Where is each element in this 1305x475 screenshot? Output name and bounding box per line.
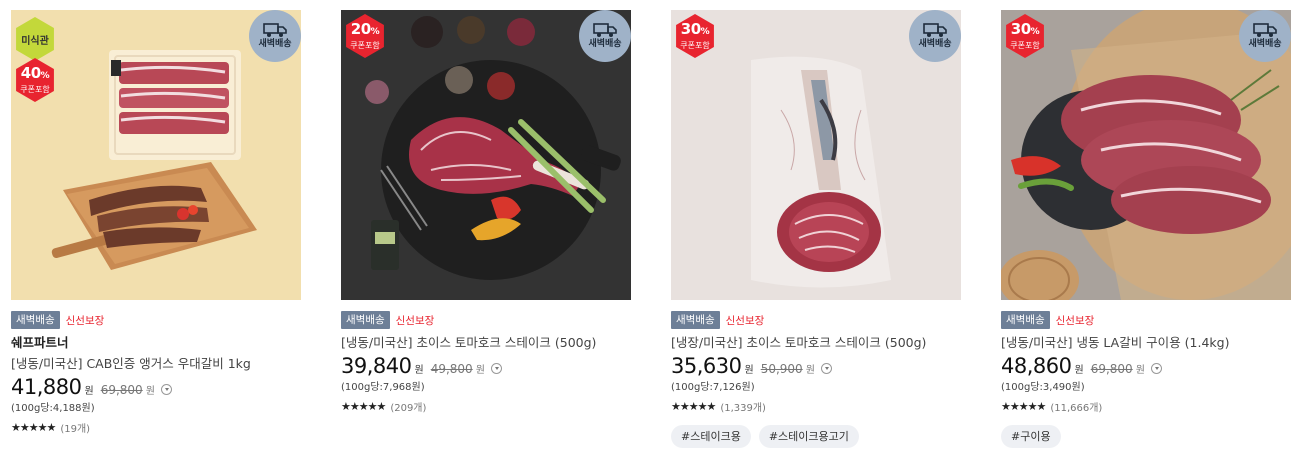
sale-price: 39,840 [341, 354, 412, 378]
product-card-2[interactable]: 20% 쿠폰포함 새벽배송 새벽배송 신선보장 [냉동/미국산] 초이스 토마호… [341, 10, 631, 414]
original-price: 49,800 [430, 362, 473, 376]
dawn-delivery-badge: 새벽배송 [249, 10, 301, 62]
delivery-badge-label: 새벽배송 [258, 39, 292, 49]
product-card-3[interactable]: 30% 쿠폰포함 새벽배송 새벽배송 신선보장 [냉장/미국산] 초이스 토마호… [671, 10, 961, 448]
discount-percent: 20% [350, 19, 380, 38]
product-tags: 새벽배송 신선보장 [11, 311, 301, 329]
gourmet-badge-label: 미식관 [21, 35, 49, 47]
hashtag-list: #스테이크용 #스테이크용고기 [671, 425, 961, 448]
original-price-unit: 원 [1135, 365, 1145, 376]
tag-fresh-guarantee: 신선보장 [395, 314, 435, 327]
product-image[interactable]: 미식관 40% 쿠폰포함 새벽배송 [11, 10, 301, 300]
rating: ★★★★★ (19개) [11, 420, 301, 435]
info-circle-icon[interactable] [490, 363, 502, 374]
rating: ★★★★★ (11,666개) [1001, 399, 1291, 414]
hashtag-chip[interactable]: #스테이크용 [671, 425, 751, 448]
discount-percent: 30% [680, 19, 710, 38]
price-unit: 원 [414, 365, 424, 376]
info-circle-icon[interactable] [160, 384, 172, 395]
product-title[interactable]: [냉동/미국산] 냉동 LA갈비 구이용 (1.4kg) [1001, 335, 1291, 351]
review-count: (11,666개) [1050, 402, 1103, 414]
product-tags: 새벽배송 신선보장 [1001, 311, 1291, 329]
tag-dawn-delivery: 새벽배송 [341, 311, 390, 329]
tag-fresh-guarantee: 신선보장 [1055, 314, 1095, 327]
unit-price: (100g당:3,490원) [1001, 382, 1085, 393]
truck-icon [923, 23, 947, 37]
price-unit: 원 [84, 386, 94, 397]
dawn-delivery-badge: 새벽배송 [909, 10, 961, 62]
review-count: (19개) [60, 423, 91, 435]
dawn-delivery-badge: 새벽배송 [579, 10, 631, 62]
discount-sub-label: 쿠폰포함 [350, 40, 380, 50]
truck-icon [263, 23, 287, 37]
product-image[interactable]: 30% 쿠폰포함 새벽배송 [1001, 10, 1291, 300]
original-price-unit: 원 [805, 365, 815, 376]
star-icon: ★★★★★ [1001, 399, 1046, 413]
original-price-unit: 원 [475, 365, 485, 376]
product-card-1[interactable]: 미식관 40% 쿠폰포함 새벽배송 새벽배송 신선보장 쉐프파트너 [냉동/미국… [11, 10, 301, 435]
review-count: (1,339개) [720, 402, 766, 414]
sale-price: 41,880 [11, 375, 82, 399]
product-image[interactable]: 30% 쿠폰포함 새벽배송 [671, 10, 961, 300]
tag-dawn-delivery: 새벽배송 [1001, 311, 1050, 329]
delivery-badge-label: 새벽배송 [588, 39, 622, 49]
hashtag-chip[interactable]: #스테이크용고기 [758, 425, 859, 448]
info-circle-icon[interactable] [820, 363, 832, 374]
star-icon: ★★★★★ [11, 420, 56, 434]
product-tags: 새벽배송 신선보장 [671, 311, 961, 329]
product-title[interactable]: [냉동/미국산] CAB인증 앵거스 우대갈비 1kg [11, 356, 301, 372]
rating: ★★★★★ (1,339개) [671, 399, 961, 414]
price-row: 39,840 원 49,800 원 [341, 354, 631, 380]
discount-sub-label: 쿠폰포함 [20, 84, 50, 94]
discount-percent: 30% [1010, 19, 1040, 38]
hashtag-chip[interactable]: #구이용 [1001, 425, 1061, 448]
rating: ★★★★★ (209개) [341, 399, 631, 414]
product-image[interactable]: 20% 쿠폰포함 새벽배송 [341, 10, 631, 300]
review-count: (209개) [390, 402, 427, 414]
tag-dawn-delivery: 새벽배송 [11, 311, 60, 329]
original-price-unit: 원 [145, 386, 155, 397]
price-row: 48,860 원 69,800 원 [1001, 354, 1291, 380]
tag-dawn-delivery: 새벽배송 [671, 311, 720, 329]
sale-price: 35,630 [671, 354, 742, 378]
product-tags: 새벽배송 신선보장 [341, 311, 631, 329]
price-unit: 원 [744, 365, 754, 376]
hashtag-list: #구이용 [1001, 425, 1291, 448]
product-title[interactable]: [냉동/미국산] 초이스 토마호크 스테이크 (500g) [341, 335, 631, 351]
truck-icon [1253, 23, 1277, 37]
product-card-4[interactable]: 30% 쿠폰포함 새벽배송 새벽배송 신선보장 [냉동/미국산] 냉동 LA갈비… [1001, 10, 1291, 448]
discount-sub-label: 쿠폰포함 [680, 40, 710, 50]
unit-price: (100g당:7,126원) [671, 382, 755, 393]
discount-percent: 40% [20, 63, 50, 82]
original-price: 69,800 [1090, 362, 1133, 376]
truck-icon [593, 23, 617, 37]
sale-price: 48,860 [1001, 354, 1072, 378]
tag-fresh-guarantee: 신선보장 [65, 314, 105, 327]
price-row: 41,880 원 69,800 원 [11, 375, 301, 401]
star-icon: ★★★★★ [341, 399, 386, 413]
price-unit: 원 [1074, 365, 1084, 376]
unit-price: (100g당:4,188원) [11, 403, 95, 414]
unit-price: (100g당:7,968원) [341, 382, 425, 393]
star-icon: ★★★★★ [671, 399, 716, 413]
tag-fresh-guarantee: 신선보장 [725, 314, 765, 327]
original-price: 50,900 [760, 362, 803, 376]
dawn-delivery-badge: 새벽배송 [1239, 10, 1291, 62]
discount-sub-label: 쿠폰포함 [1010, 40, 1040, 50]
product-title[interactable]: [냉장/미국산] 초이스 토마호크 스테이크 (500g) [671, 335, 961, 351]
info-circle-icon[interactable] [1150, 363, 1162, 374]
product-brand[interactable]: 쉐프파트너 [11, 335, 301, 351]
price-row: 35,630 원 50,900 원 [671, 354, 961, 380]
original-price: 69,800 [100, 383, 143, 397]
delivery-badge-label: 새벽배송 [918, 39, 952, 49]
delivery-badge-label: 새벽배송 [1248, 39, 1282, 49]
